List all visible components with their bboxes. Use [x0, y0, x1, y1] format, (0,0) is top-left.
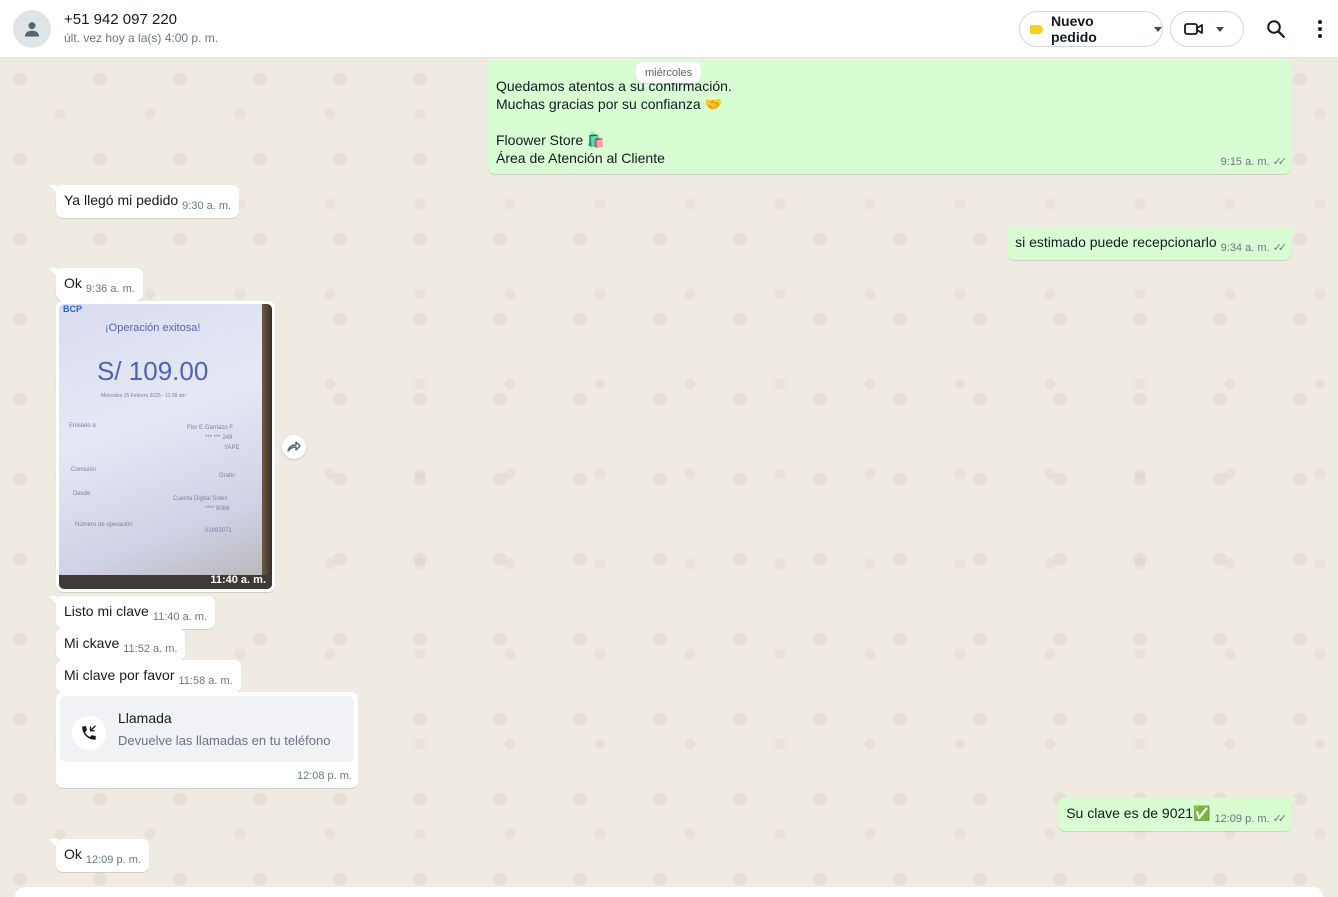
message-composer[interactable] — [15, 887, 1323, 897]
message-outgoing[interactable]: si estimado puede recepcionarlo 9:34 a. m… — [1007, 227, 1298, 260]
search-icon — [1267, 20, 1285, 38]
message-incoming[interactable]: Ok 12:09 p. m. — [49, 839, 149, 872]
contact-last-seen: últ. vez hoy a la(s) 4:00 p. m. — [64, 31, 219, 45]
receipt-row-value: Cuenta Digital Soles — [173, 496, 228, 502]
double-check-icon: ✓✓ — [1272, 156, 1288, 168]
message-time: 9:30 a. m. — [182, 200, 232, 212]
message-text: Ok — [64, 275, 82, 291]
message-time: 9:36 a. m. — [85, 283, 135, 295]
message-time: 12:09 p. m. — [85, 854, 141, 866]
forward-icon — [287, 441, 301, 452]
message-text: Listo mi clave — [64, 603, 149, 619]
search-button[interactable] — [1264, 17, 1288, 41]
contact-avatar[interactable] — [13, 10, 51, 48]
message-incoming[interactable]: Mi clave por favor 11:58 a. m. — [56, 660, 241, 693]
message-text: Ok — [64, 846, 82, 862]
receipt-row-value: YAPE — [224, 445, 240, 451]
missed-call-message[interactable]: Llamada Devuelve las llamadas en tu telé… — [56, 692, 358, 788]
image-message[interactable]: BCP ¡Operación exitosa! S/ 109.00 Miérco… — [56, 301, 275, 592]
message-text: Mi clave por favor — [64, 667, 175, 683]
payment-receipt-photo[interactable]: BCP ¡Operación exitosa! S/ 109.00 Miérco… — [59, 304, 272, 589]
receipt-row-value: 01693071 — [205, 528, 232, 534]
forward-button[interactable] — [282, 435, 306, 459]
message-text: Ya llegó mi pedido — [64, 192, 179, 208]
double-check-icon: ✓✓ — [1272, 813, 1288, 825]
message-incoming[interactable]: Mi ckave 11:52 a. m. — [56, 628, 186, 661]
receipt-row-value: Flor E Garriazo F — [187, 425, 234, 431]
chevron-down-icon — [1154, 26, 1162, 32]
message-text: Área de Atención al Cliente — [496, 150, 665, 166]
double-check-icon: ✓✓ — [1272, 242, 1288, 254]
date-divider: miércoles — [636, 62, 702, 83]
message-outgoing[interactable]: Su clave es de 9021✅ 12:09 p. m. ✓✓ — [1058, 798, 1298, 831]
label-tag-icon — [1030, 24, 1043, 34]
message-time: 12:09 p. m. — [1214, 813, 1270, 825]
receipt-date: Miércoles 25 Febrero 2025 - 11:38 am — [101, 393, 186, 399]
phone-edge — [262, 304, 272, 589]
receipt-row-label: Enviado a — [69, 423, 96, 429]
message-time: 11:40 a. m. — [210, 574, 266, 586]
message-outgoing[interactable]: Quedamos atentos a su confirmación. Much… — [488, 59, 1291, 174]
message-incoming[interactable]: Listo mi clave 11:40 a. m. — [48, 596, 216, 629]
video-camera-icon — [1184, 23, 1203, 35]
video-call-dropdown-button[interactable] — [1170, 11, 1244, 47]
label-dropdown-button[interactable]: Nuevo pedido — [1019, 11, 1163, 47]
receipt-title: ¡Operación exitosa! — [105, 322, 201, 334]
chat-messages-area[interactable]: Quedamos atentos a su confirmación. Much… — [0, 59, 1338, 897]
chat-header: +51 942 097 220 últ. vez hoy a la(s) 4:0… — [0, 0, 1338, 58]
call-icon-wrapper — [72, 716, 106, 750]
receipt-row-value: **** 8066 — [205, 506, 230, 512]
receipt-row-value: *** *** 249 — [205, 435, 233, 441]
call-card[interactable]: Llamada Devuelve las llamadas en tu telé… — [60, 696, 354, 762]
message-text: si estimado puede recepcionarlo — [1015, 234, 1217, 250]
chevron-down-icon — [1216, 26, 1224, 32]
message-text: Floower Store 🛍️ — [496, 132, 605, 148]
receipt-row-label: Número de operación — [75, 522, 133, 528]
receipt-row-value: Gratis — [219, 473, 236, 479]
message-incoming[interactable]: Ok 9:36 a. m. — [49, 268, 143, 301]
person-icon — [24, 22, 40, 37]
label-dropdown-text: Nuevo pedido — [1050, 13, 1097, 45]
message-time: 12:08 p. m. — [296, 770, 352, 782]
message-text: Quedamos atentos a su confirmación. — [496, 78, 732, 94]
bank-logo: BCP — [63, 304, 83, 314]
menu-button[interactable] — [1308, 17, 1332, 41]
incoming-call-icon — [82, 725, 96, 740]
message-incoming[interactable]: Ya llegó mi pedido 9:30 a. m. — [48, 185, 240, 218]
message-time: 9:15 a. m. — [1220, 156, 1270, 168]
receipt-row-label: Comisión — [71, 467, 97, 473]
receipt-amount: S/ 109.00 — [97, 356, 209, 386]
message-text: Muchas gracias por su confianza 🤝 — [496, 96, 722, 112]
message-time: 9:34 a. m. — [1220, 242, 1270, 254]
message-time: 11:40 a. m. — [152, 611, 208, 623]
message-time: 11:58 a. m. — [178, 675, 233, 687]
message-text: Su clave es de 9021✅ — [1066, 805, 1211, 821]
call-subtitle: Devuelve las llamadas en tu teléfono — [118, 733, 331, 748]
more-vertical-icon — [1318, 20, 1322, 38]
call-title: Llamada — [118, 710, 172, 726]
contact-name[interactable]: +51 942 097 220 — [64, 11, 177, 28]
message-text: Mi ckave — [64, 635, 120, 651]
receipt-row-label: Desde — [73, 491, 91, 497]
message-time: 11:52 a. m. — [123, 643, 178, 655]
